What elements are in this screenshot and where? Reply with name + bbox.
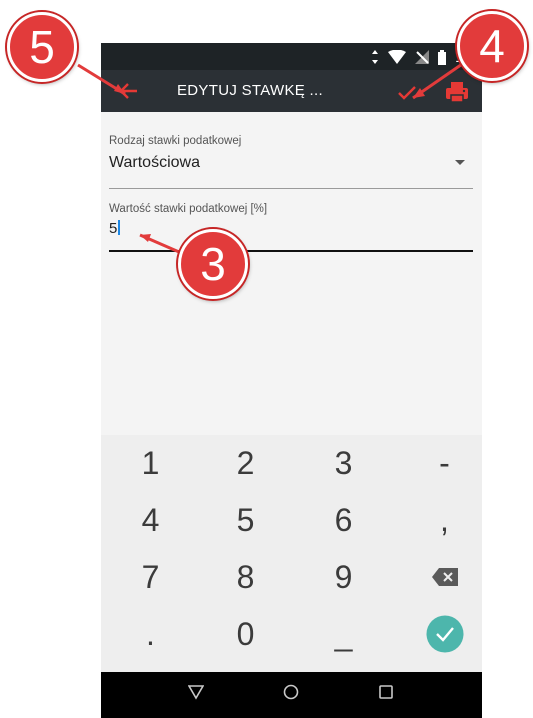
callout-3-arrowhead	[140, 234, 151, 242]
callout-badge-3: 3	[178, 229, 248, 299]
callout-5-arrowhead	[114, 84, 125, 94]
callout-arrows	[77, 58, 469, 257]
callout-badge-5: 5	[7, 12, 77, 82]
callout-badge-4: 4	[457, 11, 527, 81]
